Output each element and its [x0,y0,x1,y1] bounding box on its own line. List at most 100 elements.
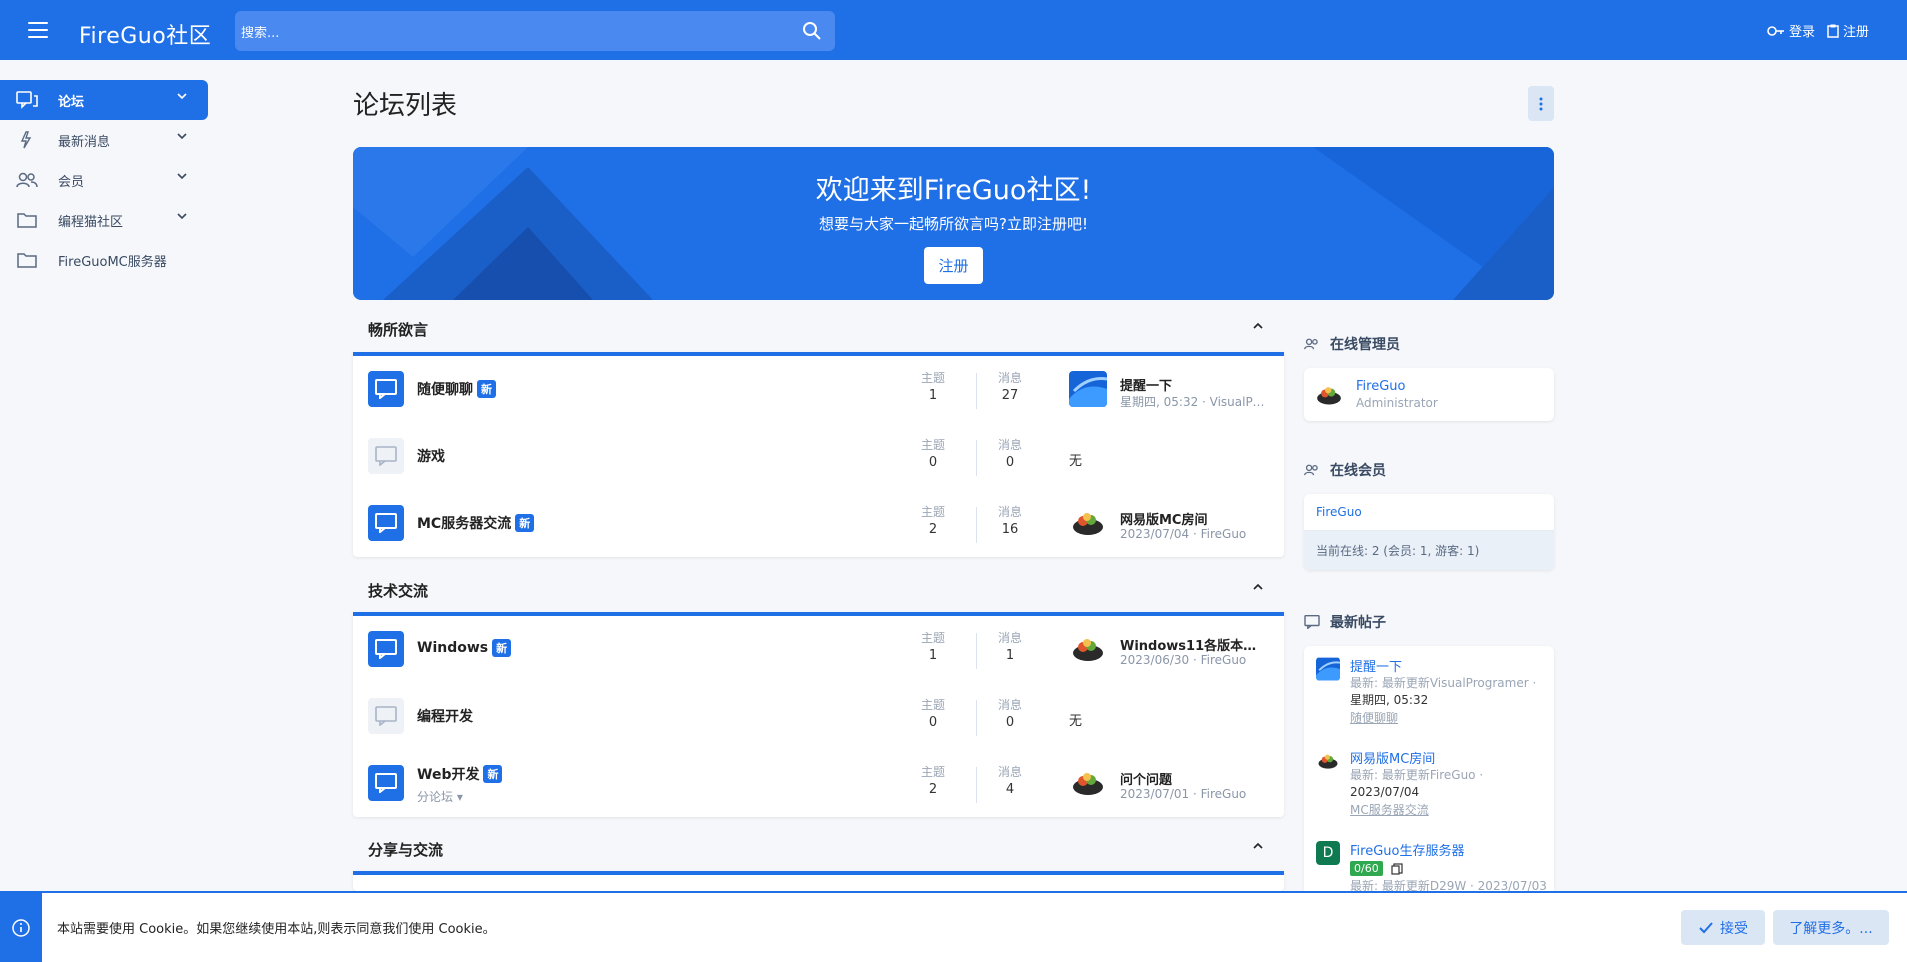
banner-title: 欢迎来到FireGuo社区! [815,175,1092,206]
search-input[interactable]: 搜索... [235,11,835,51]
forum-list [353,871,1284,891]
stat-value: 16 [1001,522,1019,537]
member-name[interactable]: FireGuo [1356,379,1438,394]
chevron-up-icon[interactable] [1252,583,1264,591]
threads-stat: 主题 0 [903,696,963,730]
menu-icon[interactable] [28,22,48,38]
server-status-tag: 0/60 [1350,861,1383,876]
chevron-down-icon[interactable] [176,212,188,220]
last-post-meta: 2023/06/30 · FireGuo [1120,653,1247,667]
avatar[interactable] [1069,371,1107,407]
comment-icon [1304,615,1320,629]
login-link[interactable]: 登录 [1767,21,1815,40]
sidebar-item-whats-new[interactable]: 最新消息 [0,120,208,160]
banner-register-button[interactable]: 注册 [924,247,983,284]
stat-value: 1 [928,388,938,403]
latest-post-title[interactable]: 网易版MC房间 [1350,738,1554,767]
forum-name[interactable]: 游戏 [417,446,445,466]
category-title: 畅所欲言 [368,320,429,339]
sidebar: 论坛 最新消息 会员 编程猫社区 FireGuoMC服务器 [0,80,208,280]
stat-value: 0 [1005,455,1015,470]
forum-name[interactable]: 随便聊聊 [417,379,473,399]
messages-stat: 消息 16 [980,503,1040,537]
more-options-button[interactable] [1528,86,1554,121]
forum-name[interactable]: 编程开发 [417,706,473,726]
widget-title: 在线会员 [1330,463,1386,479]
folder-icon [16,211,38,229]
last-post-title[interactable]: 网易版MC房间 [1120,509,1268,528]
latest-post-title[interactable]: 提醒一下 [1350,646,1554,675]
learn-more-button[interactable]: 了解更多。... [1773,910,1889,945]
register-label: 注册 [1842,25,1869,40]
stat-value: 1 [1005,648,1015,663]
last-post-title[interactable]: 问个问题 [1120,769,1268,788]
new-badge: 新 [483,765,503,783]
stat-value: 0 [1005,715,1015,730]
threads-stat: 主题 1 [903,629,963,663]
caret-down-icon: ▾ [456,790,463,804]
last-post-title[interactable]: 提醒一下 [1120,375,1268,394]
page-title: 论坛列表 [353,91,458,121]
avatar[interactable] [1069,631,1107,667]
forum-name[interactable]: Windows [417,640,488,656]
divider [976,373,977,409]
sidebar-item-members[interactable]: 会员 [0,160,208,200]
stat-label: 主题 [920,438,945,452]
latest-post-date: 星期四, 05:32 [1350,693,1429,707]
stat-label: 主题 [920,765,945,779]
latest-post-item: 网易版MC房间 最新: 最新更新FireGuo · 2023/07/04 MC服… [1304,738,1554,818]
sidebar-item-codemao[interactable]: 编程猫社区 [0,200,208,240]
clipboard-icon [1827,24,1839,38]
avatar[interactable] [1069,505,1107,541]
category-title: 分享与交流 [368,840,444,859]
avatar[interactable] [1316,657,1340,681]
register-link[interactable]: 注册 [1827,21,1869,40]
avatar[interactable] [1316,749,1340,773]
widget-header: 最新帖子 [1304,612,1386,632]
forum-row: MC服务器交流新 主题 2 消息 16 网易版MC房间 2023/07/04 · F… [353,490,1284,557]
accept-cookies-button[interactable]: 接受 [1681,910,1765,945]
category-header[interactable]: 畅所欲言 [353,310,1284,348]
online-stats: 当前在线: 2 (会员: 1, 游客: 1) [1304,531,1554,570]
category-header[interactable]: 分享与交流 [353,830,1284,868]
stat-value: 0 [928,455,938,470]
members-online-widget: FireGuo 当前在线: 2 (会员: 1, 游客: 1) [1304,494,1554,570]
forum-name[interactable]: Web开发 [417,764,479,784]
chevron-up-icon[interactable] [1252,842,1264,850]
avatar[interactable]: D [1316,841,1340,865]
latest-post-title[interactable]: FireGuo生存服务器 [1350,830,1554,859]
search-icon[interactable] [801,20,823,42]
category-header[interactable]: 技术交流 [353,571,1284,609]
member-role: Administrator [1356,396,1438,410]
welcome-banner: 欢迎来到FireGuo社区! 想要与大家一起畅所欲言吗?立即注册吧! 注册 [353,147,1554,300]
forum-title[interactable]: 编程开发 [417,706,473,726]
chevron-down-icon[interactable] [176,92,188,100]
avatar[interactable] [1314,380,1344,410]
widget-title: 最新帖子 [1330,615,1386,631]
widget-header: 在线会员 [1304,460,1386,480]
stat-label: 消息 [997,371,1022,385]
forum-title[interactable]: 随便聊聊新 [417,379,496,399]
forum-title[interactable]: Windows 新 [417,639,512,657]
latest-post-meta: 最新: 最新更新D29W · 2023/07/03 [1350,879,1547,891]
sidebar-item-mc-server[interactable]: FireGuoMC服务器 [0,240,208,280]
latest-post-forum[interactable]: 随便聊聊 [1350,709,1554,726]
last-post-title[interactable]: Windows11各版本下载地址 [1120,635,1268,654]
avatar[interactable] [1069,765,1107,801]
site-logo[interactable]: FireGuo社区 [79,18,211,50]
forum-title[interactable]: Web开发新 [417,764,503,784]
chevron-up-icon[interactable] [1252,322,1264,330]
stat-value: 0 [928,715,938,730]
latest-post-forum[interactable]: MC服务器交流 [1350,801,1554,818]
forum-name[interactable]: MC服务器交流 [417,513,511,533]
chevron-down-icon[interactable] [176,172,188,180]
copy-icon[interactable] [1391,862,1403,875]
online-member-link[interactable]: FireGuo [1304,494,1554,531]
sidebar-item-forums[interactable]: 论坛 [0,80,208,120]
forum-title[interactable]: MC服务器交流新 [417,513,535,533]
stat-label: 主题 [920,371,945,385]
new-badge: 新 [515,514,535,532]
forum-title[interactable]: 游戏 [417,446,445,466]
chevron-down-icon[interactable] [176,132,188,140]
subforums-dropdown[interactable]: 分论坛 ▾ [417,788,463,805]
